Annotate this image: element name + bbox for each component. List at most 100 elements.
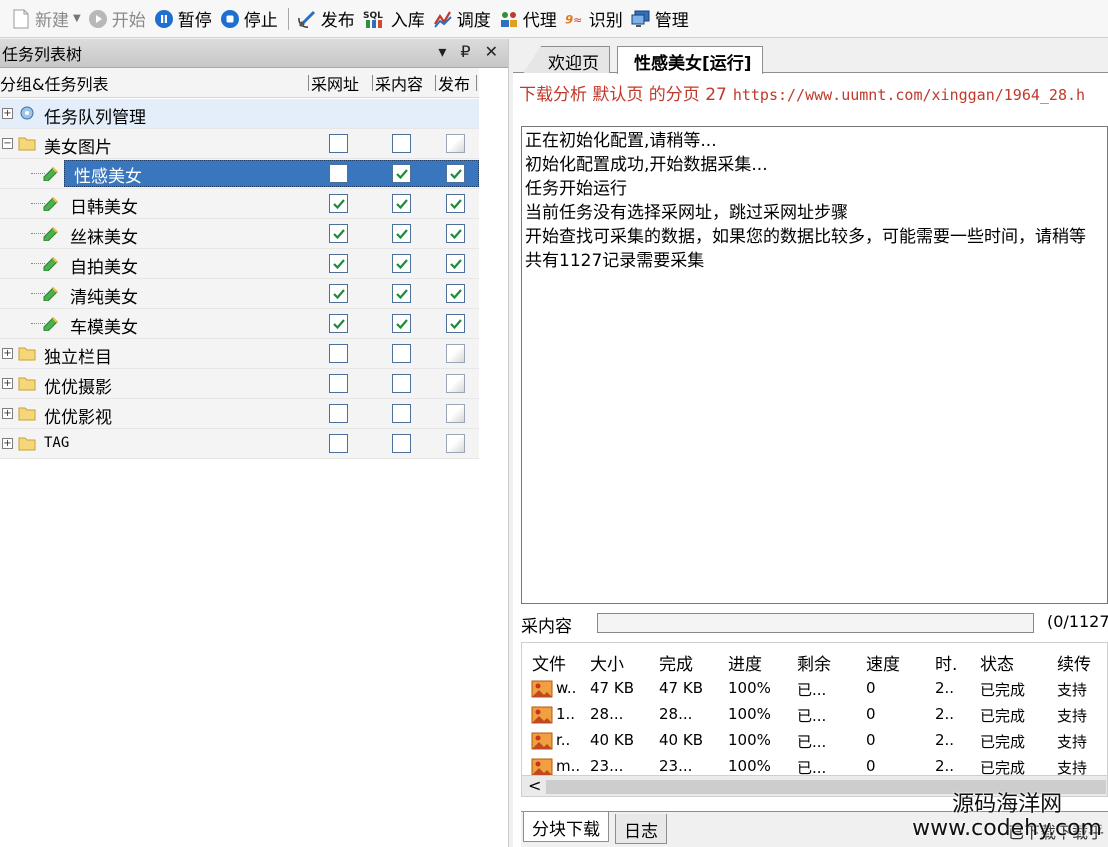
checkbox-url[interactable] <box>329 344 348 363</box>
checkbox-url[interactable] <box>329 404 348 423</box>
new-label: 新建 <box>35 11 69 31</box>
checkbox-url[interactable] <box>329 224 348 243</box>
checkbox-publish[interactable] <box>446 224 465 243</box>
col-header[interactable]: 完成 <box>659 650 693 675</box>
tree-row-task[interactable]: 丝袜美女 <box>0 219 479 249</box>
checkbox-publish[interactable] <box>446 404 465 423</box>
tree-label: 清纯美女 <box>70 288 138 308</box>
download-list-header: 文件 大小 完成 进度 剩余 速度 时. 状态 续传 <box>522 643 1107 677</box>
tree-row-queue[interactable]: + 任务队列管理 <box>0 99 479 129</box>
pause-button[interactable]: 暂停 <box>151 5 217 33</box>
checkbox-publish[interactable] <box>446 374 465 393</box>
checkbox-url[interactable] <box>329 134 348 153</box>
stop-button[interactable]: 停止 <box>217 5 283 33</box>
tab-log[interactable]: 日志 <box>615 814 667 844</box>
tab-block-download[interactable]: 分块下载 <box>523 812 609 842</box>
checkbox-url[interactable] <box>329 284 348 303</box>
col-header[interactable]: 大小 <box>590 650 624 675</box>
tree-row-task[interactable]: 自拍美女 <box>0 249 479 279</box>
checkbox-publish[interactable] <box>446 194 465 213</box>
col-header[interactable]: 状态 <box>980 650 1014 675</box>
tree-row-group[interactable]: + 优优影视 <box>0 399 479 429</box>
import-label: 入库 <box>390 11 425 31</box>
col-header[interactable]: 续传 <box>1057 650 1091 675</box>
tree-row-group[interactable]: + TAG <box>0 429 479 459</box>
expand-icon[interactable]: + <box>2 408 13 419</box>
checkbox-content[interactable] <box>392 434 411 453</box>
manage-button[interactable]: 管理 <box>628 5 694 33</box>
tree-row-group[interactable]: − 美女图片 <box>0 129 479 159</box>
checkbox-publish[interactable] <box>446 434 465 453</box>
expand-icon[interactable]: + <box>2 378 13 389</box>
cell-file: w.. <box>556 679 577 697</box>
table-row[interactable]: 1.. 28... 28... 100% 已... 0 2.. 已完成 支持 <box>522 703 1107 729</box>
checkbox-publish[interactable] <box>446 284 465 303</box>
recognize-button[interactable]: 9 ≈ 识别 <box>562 5 628 33</box>
tree-row-task[interactable]: 性感美女 <box>0 159 479 189</box>
tab-running-task[interactable]: 性感美女[运行] <box>617 46 763 74</box>
tree-row-task[interactable]: 清纯美女 <box>0 279 479 309</box>
checkbox-publish[interactable] <box>446 254 465 273</box>
table-row[interactable]: r.. 40 KB 40 KB 100% 已... 0 2.. 已完成 支持 <box>522 729 1107 755</box>
proxy-button[interactable]: 代理 <box>496 5 562 33</box>
schedule-button[interactable]: 调度 <box>430 5 496 33</box>
expand-icon[interactable]: + <box>2 438 13 449</box>
scroll-left-arrow-icon[interactable]: < <box>528 776 541 795</box>
import-button[interactable]: SQL 入库 <box>360 5 430 33</box>
cell-size: 28... <box>590 705 624 723</box>
new-dropdown-arrow-icon[interactable]: ▼ <box>73 13 81 24</box>
panel-menu-arrow-icon[interactable]: ▾ <box>438 42 446 61</box>
start-button[interactable]: 开始 <box>85 5 151 33</box>
publish-button[interactable]: 发布 <box>294 5 360 33</box>
col-content-header[interactable]: 采内容 <box>375 71 423 95</box>
col-header[interactable]: 进度 <box>728 650 762 675</box>
checkbox-content[interactable] <box>392 404 411 423</box>
cell-speed: 0 <box>866 705 876 723</box>
tree-row-task[interactable]: 车模美女 <box>0 309 479 339</box>
col-header[interactable]: 时. <box>935 650 957 675</box>
checkbox-content[interactable] <box>392 134 411 153</box>
col-url-header[interactable]: 采网址 <box>311 71 359 95</box>
tree-row-group[interactable]: + 独立栏目 <box>0 339 479 369</box>
task-tree-panel: 任务列表树 ▾ ₽ ✕ 分组&任务列表 采网址 采内容 发布 + 任务队列管理 … <box>0 39 509 847</box>
expand-icon[interactable]: + <box>2 348 13 359</box>
checkbox-content[interactable] <box>392 374 411 393</box>
checkbox-url[interactable] <box>329 314 348 333</box>
log-output[interactable]: 正在初始化配置,请稍等... 初始化配置成功,开始数据采集... 任务开始运行 … <box>521 126 1108 604</box>
table-row[interactable]: w.. 47 KB 47 KB 100% 已... 0 2.. 已完成 支持 <box>522 677 1107 703</box>
checkbox-content[interactable] <box>392 314 411 333</box>
expand-icon[interactable]: + <box>2 108 13 119</box>
checkbox-publish[interactable] <box>446 344 465 363</box>
checkbox-content[interactable] <box>392 344 411 363</box>
new-button[interactable]: 新建 <box>8 5 74 33</box>
cell-progress: 100% <box>728 679 771 697</box>
col-publish-header[interactable]: 发布 <box>438 71 470 95</box>
checkmark-icon <box>332 228 345 239</box>
checkbox-url[interactable] <box>329 254 348 273</box>
collapse-icon[interactable]: − <box>2 138 13 149</box>
checkbox-content[interactable] <box>392 284 411 303</box>
checkbox-content[interactable] <box>392 224 411 243</box>
tree-row-task[interactable]: 日韩美女 <box>0 189 479 219</box>
col-header[interactable]: 文件 <box>532 650 566 675</box>
tree-row-group[interactable]: + 优优摄影 <box>0 369 479 399</box>
checkbox-url[interactable] <box>329 164 348 183</box>
pin-icon[interactable]: ₽ <box>460 42 470 61</box>
col-name-header[interactable]: 分组&任务列表 <box>0 71 108 95</box>
tab-welcome[interactable]: 欢迎页 <box>523 46 610 73</box>
checkbox-url[interactable] <box>329 194 348 213</box>
col-header[interactable]: 剩余 <box>797 650 831 675</box>
checkbox-publish[interactable] <box>446 164 465 183</box>
pencil-icon <box>42 285 60 302</box>
checkbox-content[interactable] <box>392 164 411 183</box>
close-icon[interactable]: ✕ <box>485 42 498 61</box>
checkbox-publish[interactable] <box>446 314 465 333</box>
checkbox-publish[interactable] <box>446 134 465 153</box>
col-divider <box>372 75 373 91</box>
download-list: 文件 大小 完成 进度 剩余 速度 时. 状态 续传 w.. 47 KB 47 … <box>521 642 1108 797</box>
checkbox-content[interactable] <box>392 194 411 213</box>
col-header[interactable]: 速度 <box>866 650 900 675</box>
checkbox-url[interactable] <box>329 434 348 453</box>
checkbox-url[interactable] <box>329 374 348 393</box>
checkbox-content[interactable] <box>392 254 411 273</box>
